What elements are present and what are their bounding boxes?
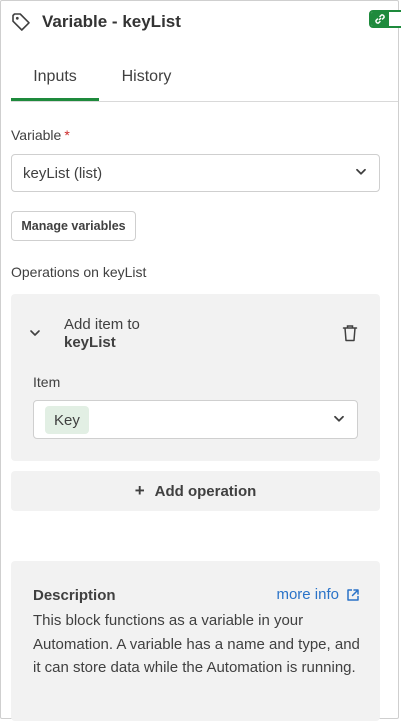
trash-icon[interactable] [342, 324, 358, 342]
operation-card: Add item to keyList Item Key [11, 294, 380, 461]
panel-title: Variable - keyList [42, 12, 181, 31]
item-select[interactable]: Key [33, 400, 358, 439]
chevron-down-icon [334, 415, 344, 422]
add-operation-label: Add operation [154, 482, 257, 500]
item-chip[interactable]: Key [45, 406, 89, 434]
variable-label: Variable * [11, 127, 70, 143]
item-label: Item [33, 374, 61, 390]
required-mark: * [64, 127, 70, 143]
add-operation-button[interactable]: + Add operation [11, 471, 380, 511]
variable-select-value: keyList (list) [23, 164, 103, 182]
operations-label: Operations on keyList [11, 264, 147, 280]
link-icon [371, 12, 389, 26]
manage-variables-button[interactable]: Manage variables [11, 211, 136, 241]
description-text: This block functions as a variable in yo… [33, 612, 360, 676]
plus-icon: + [134, 481, 145, 500]
more-info-label: more info [276, 586, 339, 603]
tab-history[interactable]: History [99, 55, 194, 99]
chevron-down-icon [356, 168, 366, 175]
operation-title-prefix: Add item to [64, 316, 140, 333]
tag-icon [11, 11, 33, 33]
operation-title-target: keyList [64, 334, 116, 351]
variable-select[interactable]: keyList (list) [11, 154, 380, 192]
description-card: Description more info This block functio… [11, 561, 380, 721]
enable-toggle[interactable] [369, 10, 401, 28]
tab-inputs[interactable]: Inputs [11, 55, 99, 101]
tab-bar: Inputs History [11, 55, 398, 102]
panel-header: Variable - keyList [11, 8, 401, 36]
description-title: Description [33, 587, 116, 604]
variable-label-text: Variable [11, 127, 62, 143]
chevron-down-icon[interactable] [29, 327, 41, 339]
operation-title: Add item to keyList [64, 316, 140, 352]
external-link-icon [347, 588, 359, 601]
more-info-link[interactable]: more info [276, 586, 360, 603]
